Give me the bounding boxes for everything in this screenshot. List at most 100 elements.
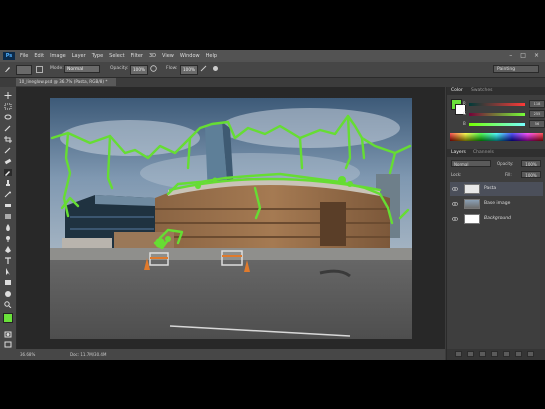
- menu-help[interactable]: Help: [206, 53, 217, 59]
- green-value[interactable]: 255: [529, 110, 545, 118]
- quick-select-tool-icon[interactable]: [4, 125, 12, 132]
- close-button[interactable]: ×: [534, 52, 539, 59]
- marquee-tool-icon[interactable]: [4, 103, 12, 110]
- menu-3d[interactable]: 3D: [149, 53, 156, 59]
- tab-swatches[interactable]: Swatches: [471, 88, 493, 93]
- flow-input[interactable]: 100%: [180, 65, 198, 75]
- zoom-tool-icon[interactable]: [4, 301, 12, 308]
- color-spectrum[interactable]: [450, 133, 543, 141]
- history-brush-tool-icon[interactable]: [4, 191, 12, 198]
- fill-label: Fill:: [505, 172, 512, 177]
- clone-stamp-tool-icon[interactable]: [4, 180, 12, 187]
- status-bar: 36.68% Doc: 11.7M/30.4M: [0, 349, 445, 360]
- menu-window[interactable]: Window: [180, 53, 200, 59]
- green-slider[interactable]: [469, 113, 525, 116]
- menu-edit[interactable]: Edit: [34, 53, 44, 59]
- brush-tool-icon[interactable]: [4, 65, 12, 75]
- maximize-button[interactable]: □: [520, 52, 526, 59]
- layer-row-background[interactable]: Background: [450, 212, 543, 226]
- layer-opacity-input[interactable]: 100%: [521, 160, 541, 167]
- lasso-tool-icon[interactable]: [4, 114, 12, 121]
- hand-tool-icon[interactable]: [4, 290, 12, 297]
- visibility-eye-icon[interactable]: [452, 201, 458, 207]
- shape-tool-icon[interactable]: [4, 279, 12, 286]
- canvas-area[interactable]: [17, 87, 445, 349]
- flow-label: Flow:: [166, 66, 178, 71]
- eraser-tool-icon[interactable]: [4, 202, 12, 209]
- slider-label-g: G: [463, 111, 467, 116]
- opacity-label: Opacity:: [110, 66, 129, 71]
- opacity-input[interactable]: 100%: [130, 65, 148, 75]
- layer-name: Pasta: [484, 186, 497, 191]
- blue-value[interactable]: 56: [529, 120, 545, 128]
- airbrush-icon[interactable]: [200, 65, 207, 74]
- healing-brush-tool-icon[interactable]: [4, 158, 12, 165]
- trash-icon[interactable]: [527, 351, 534, 357]
- crop-tool-icon[interactable]: [4, 136, 12, 143]
- layer-name: Base image: [484, 201, 511, 206]
- fill-input[interactable]: 100%: [521, 171, 541, 178]
- layer-name: Background: [484, 216, 511, 221]
- menu-filter[interactable]: Filter: [131, 53, 143, 59]
- brush-preset-picker[interactable]: [16, 65, 32, 75]
- doc-size: Doc: 11.7M/30.4M: [70, 352, 107, 357]
- menu-image[interactable]: Image: [50, 53, 66, 59]
- workspace-select[interactable]: Painting: [493, 65, 539, 73]
- layers-panel-header: Layers Channels: [447, 149, 545, 157]
- photoshop-window: Ps File Edit Image Layer Type Select Fil…: [0, 50, 545, 360]
- menu-select[interactable]: Select: [109, 53, 124, 59]
- layer-thumbnail: [464, 214, 480, 224]
- mode-label: Mode:: [50, 66, 64, 71]
- blend-mode-select[interactable]: Normal: [451, 160, 491, 167]
- visibility-eye-icon[interactable]: [452, 186, 458, 192]
- window-controls: – □ ×: [509, 52, 539, 59]
- adjustment-layer-icon[interactable]: [491, 351, 498, 357]
- blue-slider[interactable]: [469, 123, 525, 126]
- screen-mode-icon[interactable]: [4, 341, 12, 348]
- document-tab[interactable]: 10_lineglow.psd @ 36.7% (Pasta, RGB/8) *: [16, 78, 116, 86]
- lock-label: Lock:: [451, 172, 462, 177]
- quick-mask-icon[interactable]: [4, 331, 12, 338]
- layer-row-base-image[interactable]: Base image: [450, 197, 543, 211]
- tools-panel: [0, 87, 17, 349]
- type-tool-icon[interactable]: [4, 257, 12, 264]
- layer-style-icon[interactable]: [467, 351, 474, 357]
- menu-view[interactable]: View: [162, 53, 174, 59]
- menu-bar: Ps File Edit Image Layer Type Select Fil…: [0, 50, 545, 62]
- menu-file[interactable]: File: [20, 53, 28, 59]
- minimize-button[interactable]: –: [509, 52, 512, 59]
- slider-label-r: R: [463, 101, 466, 106]
- gradient-tool-icon[interactable]: [4, 213, 12, 220]
- visibility-eye-icon[interactable]: [452, 216, 458, 222]
- new-group-icon[interactable]: [503, 351, 510, 357]
- tab-layers[interactable]: Layers: [451, 150, 466, 155]
- brush-tool-icon[interactable]: [4, 169, 12, 176]
- red-slider[interactable]: [469, 103, 525, 106]
- mode-select[interactable]: Normal: [64, 65, 100, 73]
- document-canvas[interactable]: [50, 98, 412, 339]
- path-select-tool-icon[interactable]: [4, 268, 12, 275]
- menu-type[interactable]: Type: [92, 53, 103, 59]
- pressure-size-icon[interactable]: [212, 65, 219, 74]
- new-layer-icon[interactable]: [515, 351, 522, 357]
- menu-list: File Edit Image Layer Type Select Filter…: [20, 53, 217, 59]
- zoom-level[interactable]: 36.68%: [20, 349, 35, 360]
- blur-tool-icon[interactable]: [4, 224, 12, 231]
- layer-thumbnail: [464, 184, 480, 194]
- app-logo: Ps: [3, 52, 15, 60]
- eyedropper-tool-icon[interactable]: [4, 147, 12, 154]
- layer-row-pasta[interactable]: Pasta: [450, 182, 543, 196]
- pen-tool-icon[interactable]: [4, 246, 12, 253]
- move-tool-icon[interactable]: [4, 92, 12, 99]
- tab-channels[interactable]: Channels: [473, 150, 494, 155]
- red-value[interactable]: 118: [529, 100, 545, 108]
- brush-panel-icon[interactable]: [36, 66, 43, 75]
- pressure-opacity-icon[interactable]: [150, 65, 157, 74]
- tab-color[interactable]: Color: [451, 88, 463, 93]
- layer-thumbnail: [464, 199, 480, 209]
- foreground-color-swatch[interactable]: [3, 313, 13, 323]
- dodge-tool-icon[interactable]: [4, 235, 12, 242]
- menu-layer[interactable]: Layer: [72, 53, 86, 59]
- add-mask-icon[interactable]: [479, 351, 486, 357]
- link-layers-icon[interactable]: [455, 351, 462, 357]
